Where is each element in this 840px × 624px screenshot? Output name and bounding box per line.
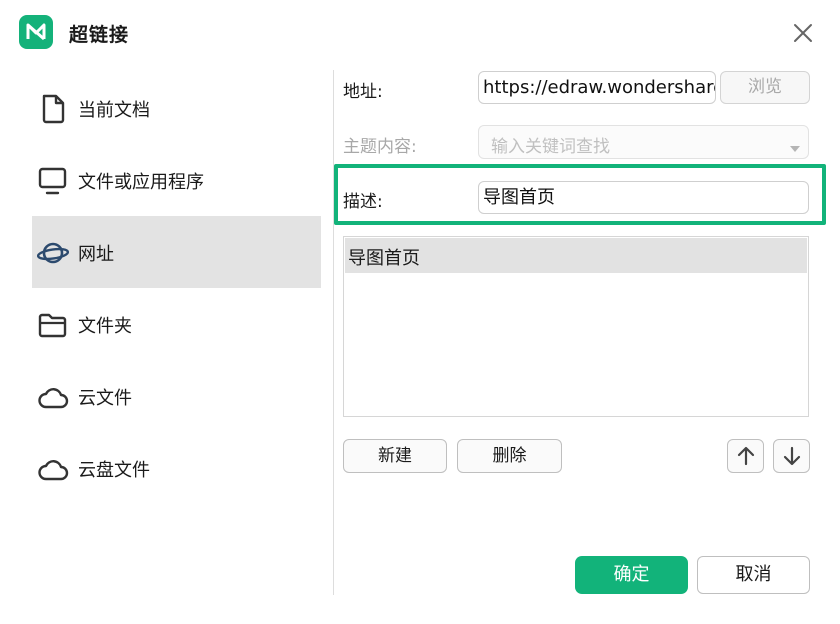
arrow-up-icon <box>735 446 757 472</box>
sidebar-item-url[interactable]: 网址 <box>32 216 321 288</box>
close-icon[interactable] <box>792 22 814 44</box>
panel-divider <box>333 70 334 595</box>
cloud-icon <box>37 454 69 484</box>
dialog-titlebar: 超链接 <box>0 0 840 64</box>
sidebar-item-label: 文件夹 <box>78 316 132 337</box>
list-item-label: 导图首页 <box>348 248 420 269</box>
mindmaster-logo-icon <box>19 15 53 49</box>
description-input[interactable]: 导图首页 <box>478 181 809 214</box>
cancel-button[interactable]: 取消 <box>697 556 810 594</box>
topic-select[interactable]: 输入关键词查找 <box>478 125 809 159</box>
address-label: 地址: <box>343 82 383 102</box>
sidebar-item-label: 文件或应用程序 <box>78 172 204 193</box>
cloud-icon <box>37 382 69 412</box>
link-type-sidebar: 当前文档 文件或应用程序 网址 文件夹 云文件 云盘文件 <box>32 72 321 504</box>
sidebar-item-file-or-application[interactable]: 文件或应用程序 <box>32 144 321 216</box>
address-input[interactable]: https://edraw.wondershare <box>478 71 716 104</box>
list-item[interactable]: 导图首页 <box>345 238 807 273</box>
document-icon <box>37 94 69 124</box>
sidebar-item-label: 云文件 <box>78 388 132 409</box>
link-list[interactable]: 导图首页 <box>343 236 809 417</box>
sidebar-item-cloud-file[interactable]: 云文件 <box>32 360 321 432</box>
description-label: 描述: <box>343 192 383 212</box>
sidebar-item-label: 网址 <box>78 244 114 265</box>
sidebar-item-cloud-drive-file[interactable]: 云盘文件 <box>32 432 321 504</box>
folder-icon <box>37 310 69 340</box>
move-down-button[interactable] <box>773 439 810 473</box>
move-up-button[interactable] <box>727 439 764 473</box>
sidebar-item-current-document[interactable]: 当前文档 <box>32 72 321 144</box>
planet-icon <box>36 238 70 268</box>
sidebar-item-label: 当前文档 <box>78 100 150 121</box>
browse-button[interactable]: 浏览 <box>720 71 810 104</box>
topic-label: 主题内容: <box>343 137 417 157</box>
topic-select-placeholder: 输入关键词查找 <box>491 137 610 157</box>
chevron-down-icon <box>789 138 801 158</box>
arrow-down-icon <box>781 446 803 472</box>
monitor-icon <box>37 166 69 196</box>
new-button[interactable]: 新建 <box>343 439 447 473</box>
delete-button[interactable]: 删除 <box>457 439 562 473</box>
dialog-title: 超链接 <box>69 24 130 46</box>
ok-button[interactable]: 确定 <box>575 556 688 594</box>
sidebar-item-label: 云盘文件 <box>78 460 150 481</box>
sidebar-item-folder[interactable]: 文件夹 <box>32 288 321 360</box>
